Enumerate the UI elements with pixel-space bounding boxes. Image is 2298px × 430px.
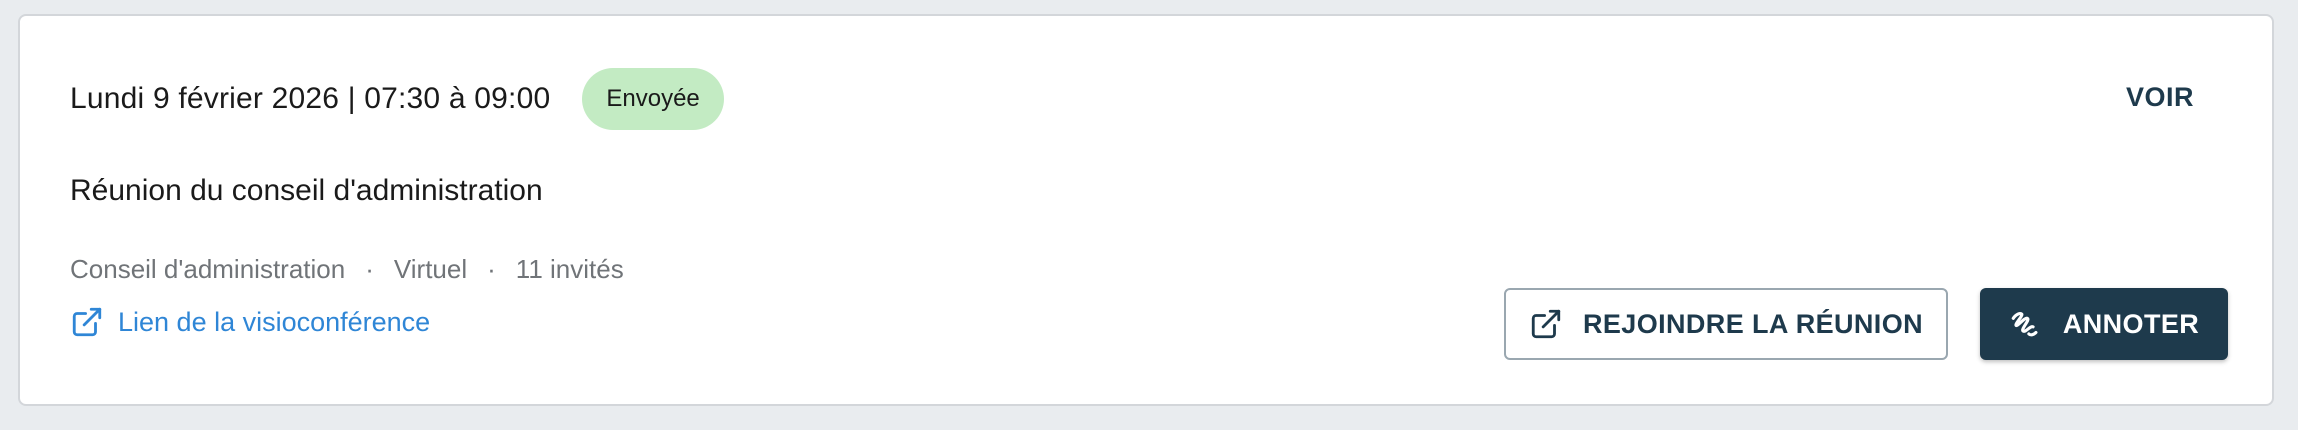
meeting-header: Lundi 9 février 2026 | 07:30 à 09:00 Env… xyxy=(70,68,724,130)
meeting-invitees: 11 invités xyxy=(515,254,624,284)
view-button[interactable]: VOIR xyxy=(2126,82,2194,113)
meeting-title: Réunion du conseil d'administration xyxy=(70,174,543,207)
video-conference-link[interactable]: Lien de la visioconférence xyxy=(70,305,430,339)
annotate-button[interactable]: ANNOTER xyxy=(1980,288,2228,360)
meta-separator: · xyxy=(365,254,374,284)
meeting-datetime: Lundi 9 février 2026 | 07:30 à 09:00 xyxy=(70,82,551,115)
annotate-label: ANNOTER xyxy=(2062,308,2200,339)
status-badge: Envoyée xyxy=(582,68,724,130)
external-link-icon xyxy=(1529,307,1563,341)
join-meeting-button[interactable]: REJOINDRE LA RÉUNION xyxy=(1504,288,1948,360)
video-conference-link-label: Lien de la visioconférence xyxy=(118,306,431,337)
external-link-icon xyxy=(70,305,104,339)
join-meeting-label: REJOINDRE LA RÉUNION xyxy=(1582,308,1924,339)
meta-separator: · xyxy=(487,254,496,284)
meeting-location-type: Virtuel xyxy=(393,254,468,284)
signature-icon xyxy=(2009,307,2043,341)
meeting-meta: Conseil d'administration · Virtuel · 11 … xyxy=(70,254,624,285)
meeting-card: Lundi 9 février 2026 | 07:30 à 09:00 Env… xyxy=(18,14,2274,406)
meeting-committee: Conseil d'administration xyxy=(70,254,346,284)
